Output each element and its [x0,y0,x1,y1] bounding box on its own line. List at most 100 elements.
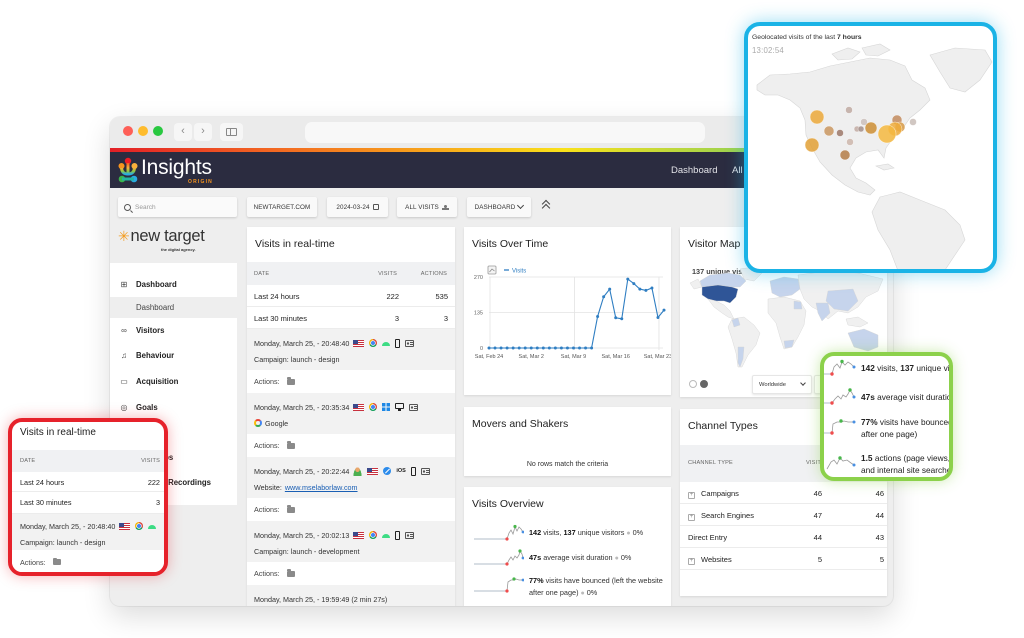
sidebar-subitem-dashboard[interactable]: Dashboard [110,297,237,318]
table-row[interactable]: + Campaigns 46 46 [680,482,887,504]
map-country-australia [847,328,879,352]
chrome-icon [369,403,378,411]
visit-entry[interactable]: Monday, March 25, - 19:59:49 (2 min 27s) [247,585,455,606]
empty-message: No rows match the criteria [526,461,609,468]
visit-entry[interactable]: Monday, March 25, - 20:22:44 iOS Website:… [247,457,455,498]
collapse-toolbar-button[interactable] [541,199,551,213]
actions-label: Actions: [254,377,280,386]
site-selector-label: NEWTARGET.COM [253,203,311,211]
y-tick-label: 270 [474,275,483,281]
chrome-icon [369,531,378,539]
visits-data-point [559,346,563,350]
metric-value: 77% [861,417,878,427]
folder-icon[interactable] [286,377,295,385]
visit-entry[interactable]: Monday, March 25, - 20:35:34 Google [247,393,455,434]
sidebar-item-dashboard[interactable]: ⊞ Dashboard [110,272,237,296]
expand-icon[interactable]: + [688,492,695,499]
search-box [118,197,237,217]
visitor-profile-icon[interactable] [405,531,415,539]
sidebar-item-acquisition[interactable]: ▭ Acquisition [110,369,237,393]
sidebar-toggle-button[interactable] [220,123,243,141]
sidebar-item-visitors[interactable]: ∞ Visitors [110,318,237,342]
sparkline[interactable] [474,576,524,594]
sparkline[interactable] [474,549,524,567]
visit-location-bubble [909,118,917,126]
visit-actions-row: Actions: [247,562,455,585]
region-select[interactable]: Worldwide [752,375,812,394]
segment-selector-label: ALL VISITS [405,203,439,211]
visit-entry[interactable]: Monday, March 25, - 20:48:40 Campaign: l… [247,329,455,370]
expand-icon[interactable]: + [688,514,695,521]
insights-logo-icon [118,157,138,183]
header-nav-dashboard[interactable]: Dashboard [671,165,717,176]
folder-icon[interactable] [286,569,295,577]
google-icon [254,419,262,427]
site-selector[interactable]: NEWTARGET.COM [247,197,317,217]
visitor-profile-icon[interactable] [409,403,419,411]
visit-source: Google [265,418,289,428]
search-icon [124,203,131,211]
visit-location-bubble [809,109,825,125]
segment-selector[interactable]: ALL VISITS [397,197,457,217]
row-visits: 222 [147,478,160,487]
date-selector[interactable]: 2024-03-24 [327,197,388,217]
minimize-window-button[interactable] [138,126,148,136]
column-header-date[interactable]: DATE [254,271,269,277]
column-header-actions[interactable]: ACTIONS [421,271,447,277]
globe-icon[interactable] [700,380,708,388]
column-header-visits[interactable]: VISITS [378,271,397,277]
close-window-button[interactable] [123,126,133,136]
visit-location-bubble [804,137,820,153]
sidebar-item-behaviour[interactable]: ♫ Behaviour [110,343,237,367]
zoom-out-icon[interactable] [689,380,697,388]
visit-entry[interactable]: Monday, March 25, - 20:48:40 Campaign: l… [12,514,164,550]
metric-value: 142 [861,363,875,373]
metric-label: actions (page views, downloads, outlinks… [861,453,952,475]
visitor-profile-icon[interactable] [405,339,415,347]
chevron-down-icon [517,201,525,210]
map-country-alaska [689,278,703,290]
sparkline[interactable] [474,524,524,542]
visit-entry[interactable]: Monday, March 25, - 20:02:13 Campaign: l… [247,521,455,562]
visit-source: Website: [254,482,282,492]
visits-data-point [608,287,612,291]
sidebar-item-goals[interactable]: ◎ Goals [110,395,237,419]
visits-data-point [499,346,503,350]
visits-data-point [523,346,527,350]
folder-icon[interactable] [286,441,295,449]
header-nav-all[interactable]: All [732,165,743,176]
forward-button[interactable]: › [194,123,212,141]
visits-data-point [596,314,600,318]
folder-icon[interactable] [286,505,295,513]
table-header: DATE VISITS ACTIONS [247,262,455,285]
back-button[interactable]: ‹ [174,123,192,141]
table-row[interactable]: + Search Engines 47 44 [680,504,887,526]
address-bar[interactable] [305,122,705,143]
table-row[interactable]: + Websites 5 5 [680,548,887,570]
map-continent-south-america [871,191,966,269]
actions-label: Actions: [20,557,46,567]
dashboard-selector-label: DASHBOARD [474,203,516,211]
column-header-date[interactable]: DATE [20,458,35,464]
map-continent-europe [769,276,801,298]
metric-value: 137 [563,528,576,537]
visitor-profile-icon[interactable] [420,467,430,475]
referrer-link[interactable]: www.mselaborlaw.com [285,483,358,492]
column-header-visits[interactable]: VISITS [141,458,160,464]
dashboard-selector[interactable]: DASHBOARD [467,197,531,217]
expand-icon[interactable]: + [688,558,695,565]
maximize-window-button[interactable] [153,126,163,136]
sidebar-item-label: Acquisition [136,376,179,386]
visit-location-bubble [864,121,878,135]
visit-source: Campaign: launch - design [254,354,340,364]
folder-icon[interactable] [52,557,61,565]
column-header-channel-type[interactable]: CHANNEL TYPE [688,460,733,466]
table-row[interactable]: Direct Entry 44 43 [680,526,887,548]
app-logo-text: Insights [141,156,212,179]
search-input[interactable] [135,203,225,211]
realtime-visits-map[interactable] [748,26,993,269]
visit-location-bubble [823,125,835,137]
visits-data-point [632,282,636,286]
widget-title: Movers and Shakers [472,418,569,430]
visit-datetime: Monday, March 25, - 19:59:49 (2 min 27s) [254,594,388,604]
